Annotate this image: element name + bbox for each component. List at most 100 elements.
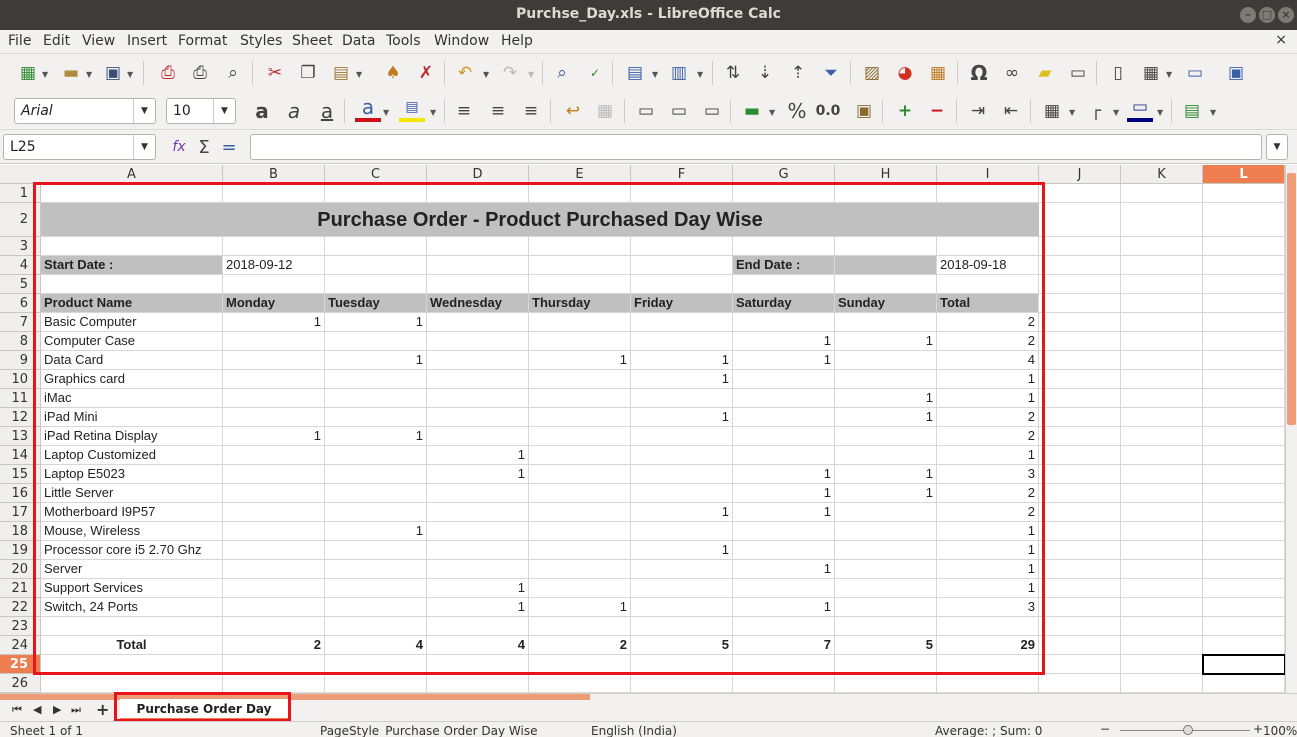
cell-l21[interactable] bbox=[1203, 579, 1285, 598]
quantity-cell[interactable]: 2 bbox=[937, 332, 1039, 351]
cell-d5[interactable] bbox=[427, 275, 529, 294]
quantity-cell[interactable]: 1 bbox=[325, 313, 427, 332]
cell-j2[interactable] bbox=[1039, 203, 1121, 237]
quantity-cell[interactable]: 2 bbox=[937, 484, 1039, 503]
quantity-cell[interactable]: 1 bbox=[733, 598, 835, 617]
cell-c3[interactable] bbox=[325, 237, 427, 256]
quantity-cell[interactable]: 1 bbox=[631, 503, 733, 522]
cell-l17[interactable] bbox=[1203, 503, 1285, 522]
chevron-down-icon[interactable]: ▼ bbox=[528, 70, 534, 79]
quantity-cell[interactable]: 1 bbox=[733, 503, 835, 522]
cell-d3[interactable] bbox=[427, 237, 529, 256]
quantity-cell[interactable]: 1 bbox=[529, 351, 631, 370]
cell-e26[interactable] bbox=[529, 674, 631, 693]
cell-k11[interactable] bbox=[1121, 389, 1203, 408]
product-name-cell[interactable]: Processor core i5 2.70 Ghz bbox=[41, 541, 223, 560]
row-header-6[interactable]: 6 bbox=[0, 294, 41, 313]
quantity-cell[interactable] bbox=[223, 389, 325, 408]
border-color-icon[interactable]: ▭ bbox=[1127, 96, 1153, 122]
quantity-cell[interactable] bbox=[631, 446, 733, 465]
cell-h3[interactable] bbox=[835, 237, 937, 256]
quantity-cell[interactable]: 1 bbox=[631, 370, 733, 389]
cell-k13[interactable] bbox=[1121, 427, 1203, 446]
column-header-f[interactable]: F bbox=[631, 165, 733, 184]
quantity-cell[interactable] bbox=[631, 522, 733, 541]
quantity-cell[interactable]: 1 bbox=[631, 408, 733, 427]
cell-k3[interactable] bbox=[1121, 237, 1203, 256]
quantity-cell[interactable] bbox=[325, 332, 427, 351]
quantity-cell[interactable] bbox=[631, 484, 733, 503]
cell-k4[interactable] bbox=[1121, 256, 1203, 275]
quantity-cell[interactable] bbox=[733, 389, 835, 408]
row-header-18[interactable]: 18 bbox=[0, 522, 41, 541]
product-name-cell[interactable]: Data Card bbox=[41, 351, 223, 370]
cell-l13[interactable] bbox=[1203, 427, 1285, 446]
chevron-down-icon[interactable]: ▼ bbox=[213, 99, 235, 123]
zoom-out-icon[interactable]: − bbox=[1100, 722, 1110, 736]
quantity-cell[interactable] bbox=[223, 579, 325, 598]
quantity-cell[interactable]: 2 bbox=[937, 427, 1039, 446]
quantity-cell[interactable] bbox=[223, 598, 325, 617]
cell-f1[interactable] bbox=[631, 184, 733, 203]
row-header-11[interactable]: 11 bbox=[0, 389, 41, 408]
cell-k2[interactable] bbox=[1121, 203, 1203, 237]
quantity-cell[interactable] bbox=[223, 560, 325, 579]
quantity-cell[interactable] bbox=[325, 560, 427, 579]
function-wizard-icon[interactable]: fx bbox=[166, 134, 192, 160]
quantity-cell[interactable] bbox=[427, 560, 529, 579]
quantity-cell[interactable]: 1 bbox=[325, 427, 427, 446]
freeze-rows-columns-icon[interactable]: ▦ bbox=[1138, 60, 1164, 86]
cell-d25[interactable] bbox=[427, 655, 529, 674]
cell-k15[interactable] bbox=[1121, 465, 1203, 484]
cell-g25[interactable] bbox=[733, 655, 835, 674]
cell-l8[interactable] bbox=[1203, 332, 1285, 351]
quantity-cell[interactable]: 1 bbox=[427, 579, 529, 598]
quantity-cell[interactable] bbox=[529, 389, 631, 408]
chevron-down-icon[interactable]: ▼ bbox=[769, 108, 775, 117]
quantity-cell[interactable]: 1 bbox=[937, 522, 1039, 541]
cell-k16[interactable] bbox=[1121, 484, 1203, 503]
quantity-cell[interactable]: 1 bbox=[325, 351, 427, 370]
row-header-8[interactable]: 8 bbox=[0, 332, 41, 351]
row-header-14[interactable]: 14 bbox=[0, 446, 41, 465]
quantity-cell[interactable] bbox=[835, 313, 937, 332]
column-title-monday[interactable]: Monday bbox=[223, 294, 325, 313]
cell-h23[interactable] bbox=[835, 617, 937, 636]
define-print-area-icon[interactable]: ▯ bbox=[1105, 60, 1131, 86]
find-replace-icon[interactable]: ⌕ bbox=[549, 60, 575, 86]
export-pdf-icon[interactable]: ⎙ bbox=[155, 60, 181, 86]
quantity-cell[interactable] bbox=[427, 427, 529, 446]
quantity-cell[interactable] bbox=[631, 560, 733, 579]
cell-k8[interactable] bbox=[1121, 332, 1203, 351]
italic-icon[interactable]: a bbox=[281, 98, 307, 124]
menu-sheet[interactable]: Sheet bbox=[292, 33, 332, 49]
quantity-cell[interactable] bbox=[529, 446, 631, 465]
sort-ascending-icon[interactable]: ⇣ bbox=[752, 60, 778, 86]
quantity-cell[interactable]: 1 bbox=[733, 560, 835, 579]
name-box[interactable]: L25 ▼ bbox=[3, 134, 156, 160]
quantity-cell[interactable]: 1 bbox=[733, 351, 835, 370]
quantity-cell[interactable] bbox=[325, 484, 427, 503]
cell-j13[interactable] bbox=[1039, 427, 1121, 446]
sum-icon[interactable]: Σ bbox=[191, 134, 217, 160]
quantity-cell[interactable] bbox=[631, 427, 733, 446]
cell-i25[interactable] bbox=[937, 655, 1039, 674]
quantity-cell[interactable] bbox=[427, 484, 529, 503]
cell-g23[interactable] bbox=[733, 617, 835, 636]
cell-i1[interactable] bbox=[937, 184, 1039, 203]
font-name-box[interactable]: Arial ▼ bbox=[14, 98, 156, 124]
cell-j21[interactable] bbox=[1039, 579, 1121, 598]
align-middle-icon[interactable]: ▭ bbox=[666, 98, 692, 124]
product-name-cell[interactable]: Motherboard I9P57 bbox=[41, 503, 223, 522]
cell-f26[interactable] bbox=[631, 674, 733, 693]
quantity-cell[interactable] bbox=[325, 465, 427, 484]
cell-k26[interactable] bbox=[1121, 674, 1203, 693]
cell-i5[interactable] bbox=[937, 275, 1039, 294]
total-cell[interactable]: 5 bbox=[631, 636, 733, 655]
quantity-cell[interactable] bbox=[835, 598, 937, 617]
row-header-13[interactable]: 13 bbox=[0, 427, 41, 446]
quantity-cell[interactable] bbox=[733, 522, 835, 541]
date-format-icon[interactable]: ▣ bbox=[851, 98, 877, 124]
quantity-cell[interactable] bbox=[835, 427, 937, 446]
cell-j24[interactable] bbox=[1039, 636, 1121, 655]
